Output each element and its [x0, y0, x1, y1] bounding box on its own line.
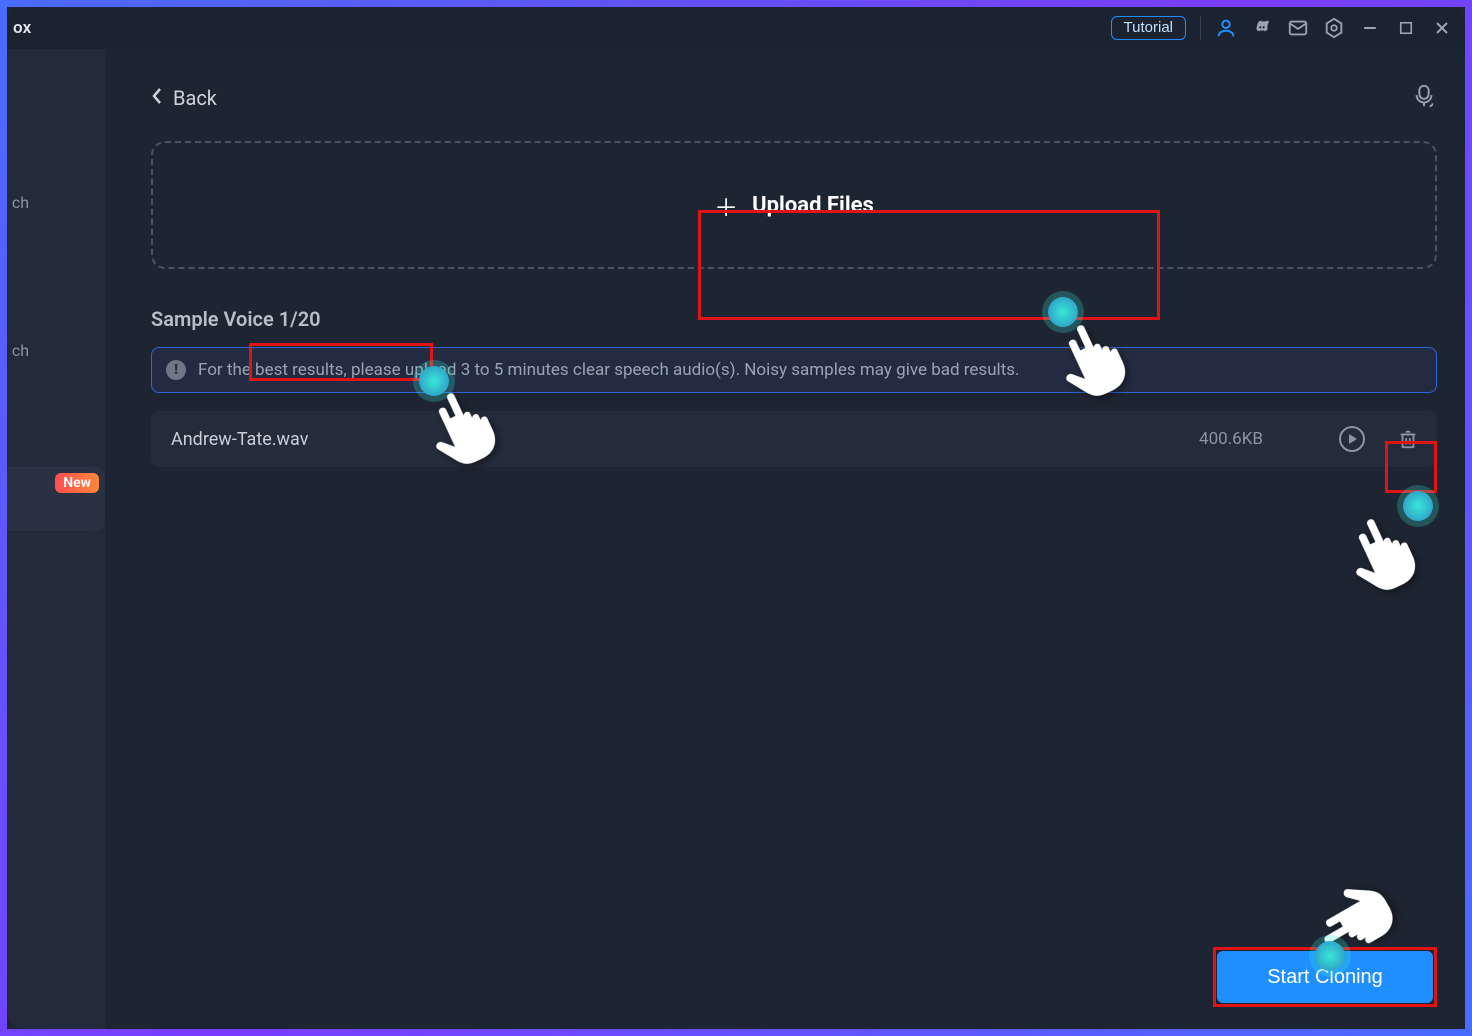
new-badge: New — [55, 473, 99, 493]
plus-icon: ＋ — [714, 188, 738, 223]
mail-icon[interactable] — [1287, 17, 1309, 39]
info-banner: ! For the best results, please upload 3 … — [151, 347, 1437, 393]
delete-button[interactable] — [1395, 426, 1421, 452]
play-button[interactable] — [1339, 426, 1365, 452]
file-size: 400.6KB — [1199, 429, 1263, 449]
sidebar-item-2[interactable]: ch — [7, 323, 105, 377]
info-icon: ! — [166, 360, 186, 380]
touch-indicator-icon — [1048, 297, 1078, 327]
maximize-icon[interactable] — [1395, 17, 1417, 39]
mic-device-icon[interactable] — [1411, 83, 1437, 113]
titlebar: ox Tutorial — [7, 7, 1465, 49]
touch-indicator-icon — [419, 366, 449, 396]
divider — [1200, 16, 1201, 40]
tutorial-button[interactable]: Tutorial — [1111, 16, 1186, 40]
touch-indicator-icon — [1315, 941, 1345, 971]
back-label: Back — [173, 86, 217, 110]
settings-icon[interactable] — [1323, 17, 1345, 39]
titlebar-actions: Tutorial — [1111, 16, 1453, 40]
play-icon — [1349, 434, 1357, 444]
app-title: ox — [13, 18, 31, 38]
info-text: For the best results, please upload 3 to… — [198, 360, 1020, 380]
main-content: Back ＋ Upload Files Sample Voice 1/20 ! … — [105, 49, 1465, 1029]
sidebar-item-1[interactable]: ch — [7, 175, 105, 229]
upload-button[interactable]: ＋ Upload Files — [574, 144, 1014, 267]
file-row: Andrew-Tate.wav 400.6KB — [151, 411, 1437, 467]
sidebar-item-label: ch — [12, 193, 29, 212]
back-button[interactable]: Back — [151, 86, 217, 110]
sample-voice-heading: Sample Voice 1/20 — [151, 307, 1437, 331]
sidebar-item-3[interactable]: New — [7, 467, 105, 531]
sidebar-item-label: ch — [12, 341, 29, 360]
upload-label: Upload Files — [752, 193, 874, 218]
sidebar: ch ch New — [7, 49, 105, 1029]
close-icon[interactable] — [1431, 17, 1453, 39]
account-icon[interactable] — [1215, 17, 1237, 39]
file-name: Andrew-Tate.wav — [171, 429, 308, 450]
upload-dropzone[interactable]: ＋ Upload Files — [151, 141, 1437, 269]
minimize-icon[interactable] — [1359, 17, 1381, 39]
touch-indicator-icon — [1403, 491, 1433, 521]
discord-icon[interactable] — [1251, 17, 1273, 39]
chevron-left-icon — [151, 86, 163, 110]
